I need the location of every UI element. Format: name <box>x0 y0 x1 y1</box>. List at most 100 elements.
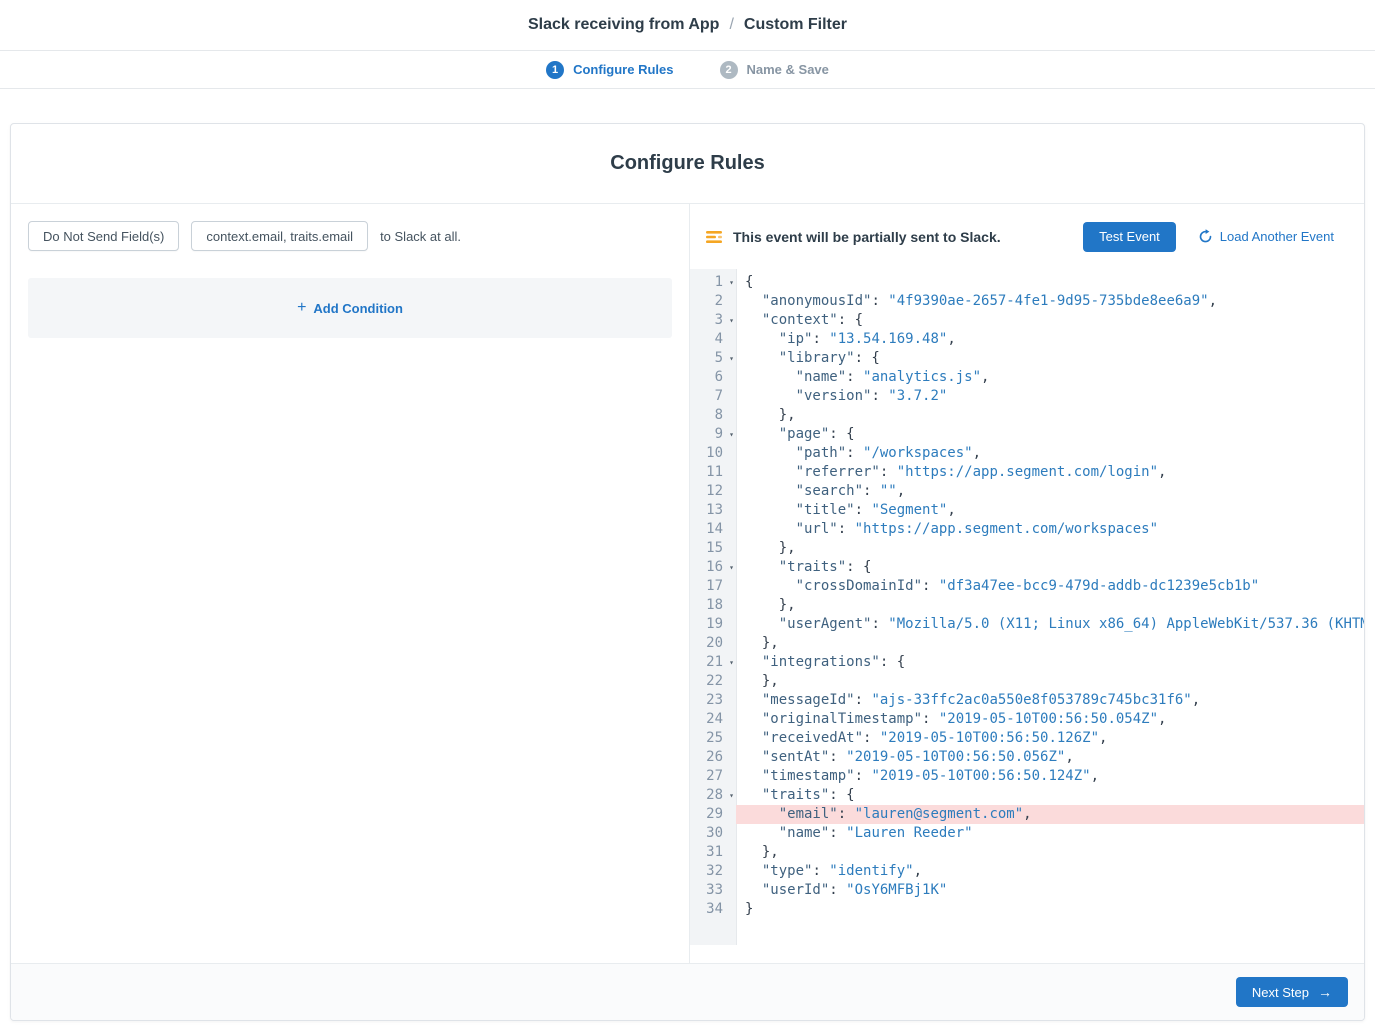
code-line: }, <box>736 672 1364 691</box>
rule-suffix-text: to Slack at all. <box>380 229 461 244</box>
code-line: "anonymousId": "4f9390ae-2657-4fe1-9d95-… <box>736 292 1364 311</box>
line-number-gutter: 31 <box>690 843 736 862</box>
editor-line: 24 "originalTimestamp": "2019-05-10T00:5… <box>690 710 1364 729</box>
rule-action-select[interactable]: Do Not Send Field(s) <box>28 221 179 251</box>
line-number-gutter: 20 <box>690 634 736 653</box>
json-editor[interactable]: 1▾{2 "anonymousId": "4f9390ae-2657-4fe1-… <box>690 269 1364 945</box>
line-number-gutter: 25 <box>690 729 736 748</box>
editor-line: 6 "name": "analytics.js", <box>690 368 1364 387</box>
line-number: 16 <box>706 559 723 575</box>
editor-line: 8 }, <box>690 406 1364 425</box>
next-step-button[interactable]: Next Step → <box>1236 977 1348 1007</box>
line-number: 14 <box>706 521 723 537</box>
load-another-event-link[interactable]: Load Another Event <box>1198 229 1334 244</box>
line-number-gutter: 22 <box>690 672 736 691</box>
line-number: 34 <box>706 901 723 917</box>
fold-toggle-icon[interactable]: ▾ <box>729 653 734 672</box>
line-number: 23 <box>706 692 723 708</box>
step-2-label: Name & Save <box>747 62 829 77</box>
line-number: 29 <box>706 806 723 822</box>
next-step-label: Next Step <box>1252 985 1309 1000</box>
code-line: }, <box>736 406 1364 425</box>
editor-line: 13 "title": "Segment", <box>690 501 1364 520</box>
line-number-gutter: 23 <box>690 691 736 710</box>
plus-icon: + <box>297 300 306 316</box>
editor-line: 20 }, <box>690 634 1364 653</box>
line-number: 25 <box>706 730 723 746</box>
fold-toggle-icon[interactable]: ▾ <box>729 273 734 292</box>
rule-builder-panel: Do Not Send Field(s) context.email, trai… <box>11 204 690 963</box>
line-number: 28 <box>706 787 723 803</box>
rule-fields-select[interactable]: context.email, traits.email <box>191 221 368 251</box>
editor-line: 31 }, <box>690 843 1364 862</box>
line-number-gutter: 28 ▾ <box>690 786 736 805</box>
code-line: "messageId": "ajs-33ffc2ac0a550e8f053789… <box>736 691 1364 710</box>
fold-toggle-icon[interactable]: ▾ <box>729 311 734 330</box>
breadcrumb-source-link[interactable]: Slack receiving from App <box>528 16 719 34</box>
line-number: 33 <box>706 882 723 898</box>
fold-toggle-icon[interactable]: ▾ <box>729 786 734 805</box>
refresh-icon <box>1198 229 1213 244</box>
editor-line: 5▾ "library": { <box>690 349 1364 368</box>
breadcrumb: Slack receiving from App / Custom Filter <box>0 0 1375 51</box>
code-line: "traits": { <box>736 786 1364 805</box>
code-line: "page": { <box>736 425 1364 444</box>
code-line: "name": "Lauren Reeder" <box>736 824 1364 843</box>
line-number-gutter: 26 <box>690 748 736 767</box>
event-preview-panel: This event will be partially sent to Sla… <box>690 204 1364 963</box>
breadcrumb-current-page: Custom Filter <box>744 16 847 34</box>
code-line: "search": "", <box>736 482 1364 501</box>
line-number: 5 <box>715 350 723 366</box>
editor-line: 10 "path": "/workspaces", <box>690 444 1364 463</box>
line-number: 17 <box>706 578 723 594</box>
line-number: 12 <box>706 483 723 499</box>
line-number-gutter: 18 <box>690 596 736 615</box>
line-number-gutter: 24 <box>690 710 736 729</box>
fold-toggle-icon[interactable]: ▾ <box>729 349 734 368</box>
line-number-gutter: 11 <box>690 463 736 482</box>
configure-rules-card: Configure Rules Do Not Send Field(s) con… <box>10 123 1365 1021</box>
test-event-button[interactable]: Test Event <box>1083 222 1176 252</box>
editor-line: 28 ▾ "traits": { <box>690 786 1364 805</box>
editor-line: 3▾ "context": { <box>690 311 1364 330</box>
code-line: "integrations": { <box>736 653 1364 672</box>
line-number-gutter: 30 <box>690 824 736 843</box>
line-number-gutter: 19 <box>690 615 736 634</box>
fold-toggle-icon[interactable]: ▾ <box>729 558 734 577</box>
editor-line: 17 "crossDomainId": "df3a47ee-bcc9-479d-… <box>690 577 1364 596</box>
editor-line: 26 "sentAt": "2019-05-10T00:56:50.056Z", <box>690 748 1364 767</box>
editor-line: 27 "timestamp": "2019-05-10T00:56:50.124… <box>690 767 1364 786</box>
step-name-save[interactable]: 2 Name & Save <box>720 61 829 79</box>
add-condition-button[interactable]: + Add Condition <box>28 278 672 338</box>
editor-line: 9 ▾ "page": { <box>690 425 1364 444</box>
fold-toggle-icon[interactable]: ▾ <box>729 425 734 444</box>
line-number: 11 <box>706 464 723 480</box>
code-line: "library": { <box>736 349 1364 368</box>
code-line: "context": { <box>736 311 1364 330</box>
add-condition-label: Add Condition <box>313 301 403 316</box>
editor-line: 11 "referrer": "https://app.segment.com/… <box>690 463 1364 482</box>
line-number: 2 <box>715 293 723 309</box>
line-number: 26 <box>706 749 723 765</box>
step-1-label: Configure Rules <box>573 62 673 77</box>
event-actions: Test Event Load Another Event <box>1083 222 1334 252</box>
line-number: 8 <box>715 407 723 423</box>
line-number: 10 <box>706 445 723 461</box>
code-line: "traits": { <box>736 558 1364 577</box>
step-configure-rules[interactable]: 1 Configure Rules <box>546 61 673 79</box>
editor-line: 7 "version": "3.7.2" <box>690 387 1364 406</box>
editor-line: 33 "userId": "OsY6MFBj1K" <box>690 881 1364 900</box>
code-line: "receivedAt": "2019-05-10T00:56:50.126Z"… <box>736 729 1364 748</box>
editor-line: 4 "ip": "13.54.169.48", <box>690 330 1364 349</box>
editor-line: 18 }, <box>690 596 1364 615</box>
line-number: 27 <box>706 768 723 784</box>
code-line: "userAgent": "Mozilla/5.0 (X11; Linux x8… <box>736 615 1364 634</box>
line-number-gutter: 15 <box>690 539 736 558</box>
line-number-gutter: 2 <box>690 292 736 311</box>
line-number: 9 <box>715 426 723 442</box>
line-number: 30 <box>706 825 723 841</box>
line-number-gutter: 3▾ <box>690 311 736 330</box>
line-number-gutter: 5▾ <box>690 349 736 368</box>
line-number-gutter: 29 <box>690 805 736 824</box>
code-line: "type": "identify", <box>736 862 1364 881</box>
